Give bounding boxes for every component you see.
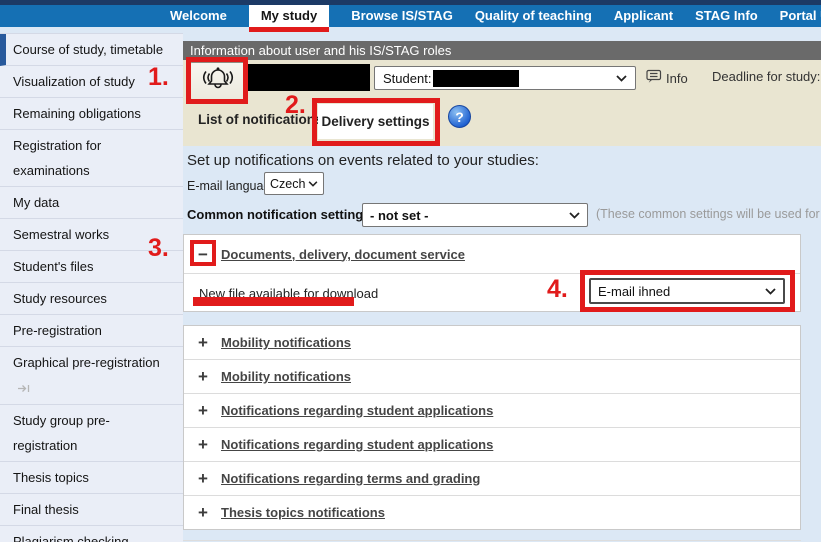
documents-section-link[interactable]: Documents, delivery, document service [221, 247, 465, 262]
common-settings-label: Common notification settings: [187, 207, 375, 222]
divider [183, 540, 801, 541]
expand-plus-icon[interactable]: + [193, 436, 213, 453]
sidebar-item-pre-registration[interactable]: Pre-registration [0, 315, 183, 347]
info-label: Info [666, 71, 688, 86]
nav-tab-quality-of-teaching[interactable]: Quality of teaching [475, 5, 592, 27]
email-language-value: Czech [270, 177, 305, 191]
section-row-student-applications-1[interactable]: + Notifications regarding student applica… [184, 393, 800, 427]
portlet-title: Information about user and his IS/STAG r… [183, 41, 821, 60]
expand-plus-icon[interactable]: + [193, 334, 213, 351]
help-icon[interactable]: ? [448, 105, 471, 128]
new-file-delivery-value: E-mail ihned [598, 284, 670, 299]
sidebar-item-students-files[interactable]: Student's files [0, 251, 183, 283]
main-navigation: Welcome My study Browse IS/STAG Quality … [0, 5, 821, 27]
nav-tab-stag-info[interactable]: STAG Info [695, 5, 758, 27]
sidebar-item-study-resources[interactable]: Study resources [0, 283, 183, 315]
student-role-select[interactable]: Student: [374, 66, 636, 90]
deadline-for-study: Deadline for study:|1. 9 [712, 69, 821, 84]
sidebar-item-registration-examinations[interactable]: Registration for examinations [0, 130, 183, 187]
common-settings-value: - not set - [370, 208, 429, 223]
section-link[interactable]: Thesis topics notifications [221, 505, 385, 520]
section-link[interactable]: Mobility notifications [221, 369, 351, 384]
sidebar-item-remaining-obligations[interactable]: Remaining obligations [0, 98, 183, 130]
common-settings-select[interactable]: - not set - [362, 203, 588, 227]
nav-tab-browse-isstag[interactable]: Browse IS/STAG [351, 5, 453, 27]
sidebar-item-my-data[interactable]: My data [0, 187, 183, 219]
sidebar-item-label: Graphical pre-registration [13, 355, 160, 370]
sidebar-item-visualization[interactable]: Visualization of study [0, 66, 183, 98]
expand-plus-icon[interactable]: + [193, 470, 213, 487]
notifications-bell-button[interactable] [189, 62, 246, 100]
collapse-minus-icon[interactable]: − [193, 246, 213, 263]
sidebar-item-course-of-study[interactable]: Course of study, timetable [0, 34, 183, 66]
section-link[interactable]: Notifications regarding terms and gradin… [221, 471, 480, 486]
tab-list-of-notifications[interactable]: List of notifications [198, 112, 323, 127]
section-link[interactable]: Mobility notifications [221, 335, 351, 350]
chevron-down-icon [569, 212, 580, 219]
section-link[interactable]: Notifications regarding student applicat… [221, 403, 493, 418]
deadline-label: Deadline for study: [712, 69, 820, 84]
speech-bubble-icon [646, 69, 662, 87]
chevron-down-icon [765, 288, 776, 295]
tab-delivery-settings[interactable]: Delivery settings [318, 104, 433, 139]
sidebar-item-plagiarism-checking[interactable]: Plagiarism checking [0, 526, 183, 542]
section-row-thesis-topics[interactable]: + Thesis topics notifications [184, 495, 800, 529]
section-row-mobility-1[interactable]: + Mobility notifications [184, 326, 800, 359]
section-link[interactable]: Notifications regarding student applicat… [221, 437, 493, 452]
sidebar-menu: Course of study, timetable Visualization… [0, 33, 183, 542]
new-file-row-label: New file available for download [199, 286, 378, 301]
collapsed-sections-list: + Mobility notifications + Mobility notifi… [183, 325, 801, 530]
expand-plus-icon[interactable]: + [193, 368, 213, 385]
nav-tab-portal-up[interactable]: Portal UP [780, 5, 821, 27]
nav-tab-my-study[interactable]: My study [249, 5, 329, 27]
sidebar-item-thesis-topics[interactable]: Thesis topics [0, 462, 183, 494]
chevron-down-icon [616, 75, 627, 82]
sidebar-item-study-group-pre-registration[interactable]: Study group pre-registration [0, 405, 183, 462]
bell-icon [198, 65, 238, 98]
sidebar-item-final-thesis[interactable]: Final thesis [0, 494, 183, 526]
chevron-down-icon [308, 181, 318, 187]
nav-tab-applicant[interactable]: Applicant [614, 5, 673, 27]
expand-plus-icon[interactable]: + [193, 402, 213, 419]
common-settings-note: (These common settings will be used for … [596, 207, 821, 221]
sidebar-item-semestral-works[interactable]: Semestral works [0, 219, 183, 251]
documents-section-header: − Documents, delivery, document service [184, 235, 800, 274]
new-file-delivery-select[interactable]: E-mail ihned [589, 278, 785, 304]
section-row-student-applications-2[interactable]: + Notifications regarding student applica… [184, 427, 800, 461]
portal-page: Welcome My study Browse IS/STAG Quality … [0, 0, 821, 542]
student-select-value: Student: [383, 71, 431, 86]
section-row-terms-grading[interactable]: + Notifications regarding terms and gradi… [184, 461, 800, 495]
section-row-mobility-2[interactable]: + Mobility notifications [184, 359, 800, 393]
redacted-student-id [433, 70, 519, 87]
info-link[interactable]: Info [646, 69, 688, 87]
setup-notifications-heading: Set up notifications on events related t… [187, 152, 539, 169]
nav-tab-welcome[interactable]: Welcome [170, 5, 227, 27]
external-link-icon [17, 376, 30, 401]
redacted-user-name [245, 64, 370, 91]
email-language-select[interactable]: Czech [264, 172, 324, 195]
documents-section: − Documents, delivery, document service … [183, 234, 801, 312]
expand-plus-icon[interactable]: + [193, 504, 213, 521]
sidebar-item-graphical-pre-registration[interactable]: Graphical pre-registration [0, 347, 183, 405]
